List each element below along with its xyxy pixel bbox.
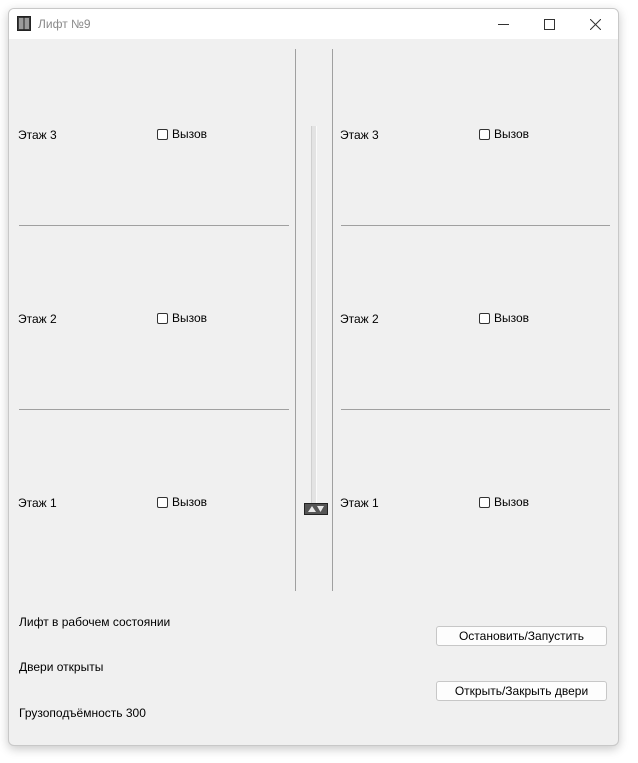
checkbox-box[interactable] xyxy=(479,496,490,508)
elevator-icon xyxy=(17,16,31,31)
floor-1-label: Этаж 1 xyxy=(340,496,379,510)
floor-divider xyxy=(341,225,610,226)
floor-3-label: Этаж 3 xyxy=(340,128,379,142)
call-label: Вызов xyxy=(494,495,530,509)
client-area: Этаж 3 Вызов Этаж 2 Вызов Этаж 1 Вызов Э… xyxy=(9,39,618,745)
floor-divider xyxy=(341,409,610,410)
call-label: Вызов xyxy=(494,127,530,141)
floor-2-label: Этаж 2 xyxy=(18,312,57,326)
floor-1-call-checkbox[interactable]: Вызов xyxy=(157,495,207,509)
close-button[interactable] xyxy=(572,9,618,39)
maximize-icon xyxy=(543,18,555,30)
floor-2-label: Этаж 2 xyxy=(340,312,379,326)
checkbox-box[interactable] xyxy=(157,312,168,324)
shaft-right-wall xyxy=(332,49,333,591)
floor-2-call-checkbox[interactable]: Вызов xyxy=(157,311,207,325)
floor-2-call-checkbox[interactable]: Вызов xyxy=(479,311,529,325)
maximize-button[interactable] xyxy=(526,9,572,39)
call-label: Вызов xyxy=(172,127,208,141)
floor-3-label: Этаж 3 xyxy=(18,128,57,142)
window-title: Лифт №9 xyxy=(38,17,91,31)
capacity-text: Грузоподъёмность 300 xyxy=(19,706,146,720)
floor-3-call-checkbox[interactable]: Вызов xyxy=(479,127,529,141)
call-label: Вызов xyxy=(172,495,208,509)
stop-start-button[interactable]: Остановить/Запустить xyxy=(436,626,607,646)
checkbox-box[interactable] xyxy=(157,496,168,508)
doors-state-text: Двери открыты xyxy=(19,660,104,674)
title-bar[interactable]: Лифт №9 xyxy=(9,9,618,39)
minimize-icon xyxy=(497,23,509,25)
main-window: Лифт №9 Этаж 3 Вызов Этаж 2 Вызов Этаж 1… xyxy=(8,8,619,746)
floor-1-label: Этаж 1 xyxy=(18,496,57,510)
floor-divider xyxy=(19,225,289,226)
up-down-arrows-icon xyxy=(308,506,324,512)
checkbox-box[interactable] xyxy=(479,312,490,324)
elevator-cabin[interactable] xyxy=(304,503,328,515)
call-label: Вызов xyxy=(172,311,208,325)
call-label: Вызов xyxy=(494,311,530,325)
floor-1-call-checkbox[interactable]: Вызов xyxy=(479,495,529,509)
shaft-track xyxy=(311,126,317,512)
shaft-left-wall xyxy=(295,49,296,591)
elevator-state-text: Лифт в рабочем состоянии xyxy=(19,615,171,629)
checkbox-box[interactable] xyxy=(157,128,168,140)
floor-3-call-checkbox[interactable]: Вызов xyxy=(157,127,207,141)
minimize-button[interactable] xyxy=(480,9,526,39)
floor-divider xyxy=(19,409,289,410)
checkbox-box[interactable] xyxy=(479,128,490,140)
doors-toggle-button[interactable]: Открыть/Закрыть двери xyxy=(436,681,607,701)
close-icon xyxy=(589,18,601,30)
